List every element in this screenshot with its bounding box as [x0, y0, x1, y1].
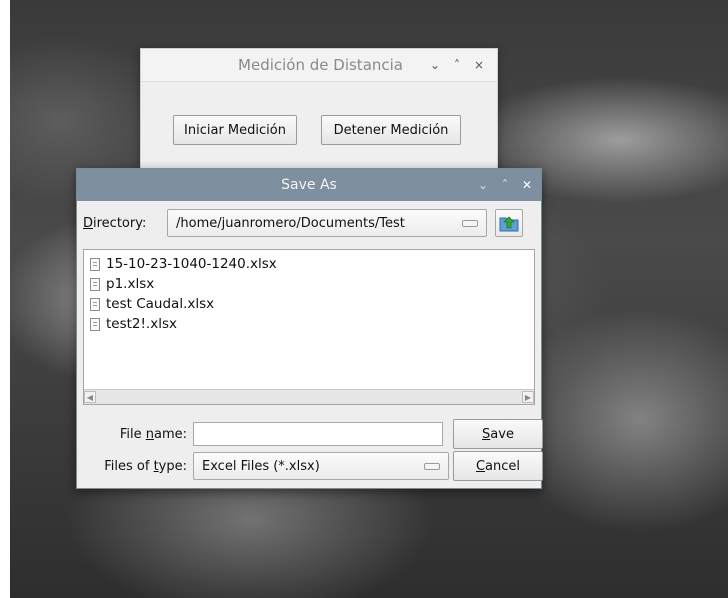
dialog-title: Save As	[281, 177, 337, 193]
close-icon[interactable]: ×	[471, 57, 487, 73]
directory-combo[interactable]: /home/juanromero/Documents/Test	[167, 209, 487, 237]
file-list-item[interactable]: test Caudal.xlsx	[90, 294, 534, 314]
maximize-icon[interactable]: ˄	[449, 57, 465, 73]
close-icon[interactable]: ✕	[519, 177, 535, 193]
horizontal-scrollbar[interactable]: ◀ ▶	[84, 389, 534, 404]
dropdown-icon	[424, 462, 440, 470]
file-name: test Caudal.xlsx	[106, 296, 215, 312]
distance-measurement-window: Medición de Distancia ⌄ ˄ × Iniciar Medi…	[140, 48, 498, 172]
file-list-item[interactable]: p1.xlsx	[90, 274, 534, 294]
save-button[interactable]: Save	[453, 419, 543, 449]
file-icon	[90, 277, 100, 291]
cancel-button[interactable]: Cancel	[453, 451, 543, 481]
scrollbar-track[interactable]	[96, 391, 522, 403]
start-measurement-button[interactable]: Iniciar Medición	[173, 115, 297, 145]
minimize-icon[interactable]: ⌄	[427, 57, 443, 73]
save-as-dialog: Save As ⌄ ˄ ✕ Directory: /home/juanromer…	[76, 168, 543, 489]
file-list-item[interactable]: 15-10-23-1040-1240.xlsx	[90, 254, 534, 274]
file-type-label: Files of type:	[104, 458, 187, 474]
parent-directory-button[interactable]	[495, 209, 523, 237]
scroll-left-icon[interactable]: ◀	[84, 391, 96, 403]
file-name: 15-10-23-1040-1240.xlsx	[106, 256, 277, 272]
screen-edge	[0, 0, 10, 598]
stop-measurement-button[interactable]: Detener Medición	[321, 115, 461, 145]
file-type-combo[interactable]: Excel Files (*.xlsx)	[193, 452, 449, 480]
scroll-right-icon[interactable]: ▶	[522, 391, 534, 403]
file-type-value: Excel Files (*.xlsx)	[202, 458, 320, 474]
dialog-titlebar[interactable]: Save As ⌄ ˄ ✕	[77, 169, 541, 201]
window-titlebar[interactable]: Medición de Distancia ⌄ ˄ ×	[141, 49, 497, 82]
file-name: test2!.xlsx	[106, 316, 177, 332]
folder-up-icon	[499, 216, 519, 232]
file-icon	[90, 317, 100, 331]
file-name-input[interactable]	[193, 422, 443, 446]
file-list[interactable]: 15-10-23-1040-1240.xlsx p1.xlsx test Cauda…	[83, 249, 535, 405]
directory-value: /home/juanromero/Documents/Test	[176, 215, 405, 231]
file-icon	[90, 297, 100, 311]
maximize-icon[interactable]: ˄	[497, 177, 513, 193]
minimize-icon[interactable]: ⌄	[475, 177, 491, 193]
window-title: Medición de Distancia	[238, 56, 403, 74]
file-name: p1.xlsx	[106, 276, 155, 292]
file-list-item[interactable]: test2!.xlsx	[90, 314, 534, 334]
file-icon	[90, 257, 100, 271]
directory-label: Directory:	[83, 215, 147, 231]
dropdown-icon	[462, 219, 478, 227]
file-name-label: File name:	[119, 426, 187, 442]
